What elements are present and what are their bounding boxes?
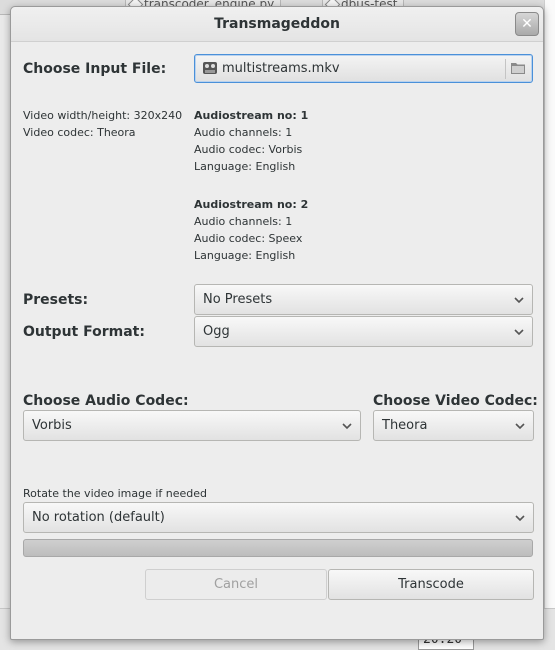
audio-stream-2-info: Audiostream no: 2 Audio channels: 1 Audi… (194, 196, 308, 264)
rotation-value: No rotation (default) (32, 510, 165, 525)
cancel-button[interactable]: Cancel (145, 569, 327, 600)
background-editor-edge (544, 0, 555, 650)
presets-label: Presets: (23, 292, 89, 308)
audio-stream-heading: Audiostream no: 2 (194, 198, 309, 211)
output-format-value: Ogg (203, 324, 230, 339)
video-codec-combo[interactable]: Theora (373, 410, 534, 441)
close-icon: ✕ (521, 16, 533, 32)
folder-icon (511, 63, 525, 74)
file-chooser-divider (505, 59, 506, 79)
input-file-name: multistreams.mkv (222, 61, 340, 76)
audio-stream-language: Language: English (194, 249, 296, 262)
chevron-down-icon (342, 423, 352, 430)
video-size-info: Video width/height: 320x240 (23, 109, 183, 122)
presets-value: No Presets (203, 292, 273, 307)
presets-combo[interactable]: No Presets (194, 284, 533, 315)
audio-codec-label: Choose Audio Codec: (23, 393, 189, 409)
rotation-label: Rotate the video image if needed (23, 487, 208, 500)
window-title: Transmageddon (214, 16, 340, 32)
rotation-combo[interactable]: No rotation (default) (23, 502, 534, 533)
video-codec-label: Choose Video Codec: (373, 393, 538, 409)
video-file-icon (203, 62, 217, 74)
chevron-down-icon (515, 423, 525, 430)
audio-stream-codec: Audio codec: Speex (194, 232, 303, 245)
audio-stream-heading: Audiostream no: 1 (194, 109, 309, 122)
transcode-progress-bar (23, 539, 533, 557)
output-format-label: Output Format: (23, 324, 145, 340)
chevron-down-icon (514, 297, 524, 304)
audio-codec-value: Vorbis (32, 418, 72, 433)
video-codec-info: Video codec: Theora (23, 126, 136, 139)
audio-stream-codec: Audio codec: Vorbis (194, 143, 303, 156)
chevron-down-icon (515, 515, 525, 522)
transmageddon-dialog: Transmageddon ✕ Choose Input File: multi… (10, 6, 544, 640)
audio-codec-combo[interactable]: Vorbis (23, 410, 361, 441)
choose-input-file-label: Choose Input File: (23, 61, 167, 77)
input-file-chooser[interactable]: multistreams.mkv (194, 54, 533, 83)
video-info: Video width/height: 320x240 Video codec:… (23, 107, 182, 141)
audio-stream-language: Language: English (194, 160, 296, 173)
audio-stream-channels: Audio channels: 1 (194, 215, 293, 228)
audio-stream-1-info: Audiostream no: 1 Audio channels: 1 Audi… (194, 107, 308, 175)
video-codec-value: Theora (382, 418, 428, 433)
output-format-combo[interactable]: Ogg (194, 316, 533, 347)
title-bar: Transmageddon ✕ (11, 7, 543, 42)
transcode-button[interactable]: Transcode (328, 569, 534, 600)
close-button[interactable]: ✕ (515, 12, 539, 36)
audio-stream-channels: Audio channels: 1 (194, 126, 293, 139)
chevron-down-icon (514, 329, 524, 336)
